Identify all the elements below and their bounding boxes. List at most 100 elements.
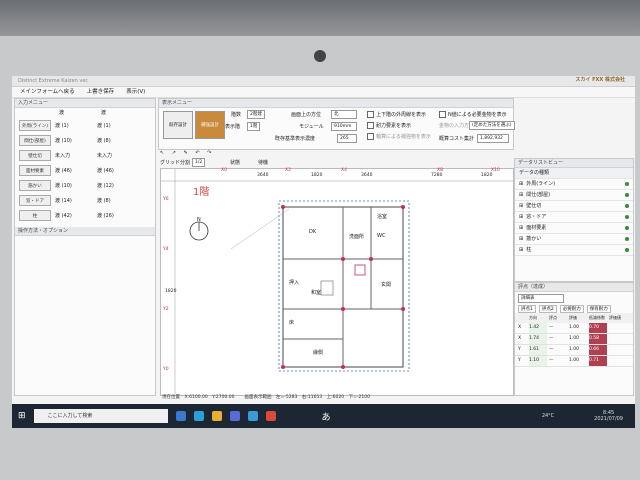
data-list-item[interactable]: ⊞ 面材要素 — [515, 223, 633, 234]
display-floor-select[interactable]: 1階 — [247, 122, 261, 131]
expand-icon[interactable]: ⊞ — [519, 201, 523, 211]
app-icon[interactable] — [265, 411, 276, 421]
eval-mid: — — [549, 336, 554, 341]
explorer-icon[interactable] — [211, 411, 222, 421]
input-status-a: 渡 (1) — [55, 123, 69, 129]
eval-score: 1.42 — [529, 323, 547, 333]
input-row: 面材要素 渡 (46) 渡 (46) — [15, 163, 155, 178]
expand-icon[interactable]: ⊞ — [519, 212, 523, 222]
room-bath: 浴室 — [377, 214, 388, 220]
eval-select[interactable]: 詳細表 — [518, 294, 564, 303]
expand-icon[interactable]: ⊞ — [519, 245, 523, 255]
room-washitsu: 和室 — [311, 290, 322, 296]
edge-icon[interactable] — [193, 411, 204, 421]
upper-floor-checkbox[interactable]: 上下階の外周線を表示 — [367, 111, 426, 118]
total-cost-value: 1,892,932 — [477, 134, 509, 143]
taskbar-search[interactable]: ここに入力して検索 — [33, 409, 168, 423]
grid-label-x8: X8 — [437, 168, 443, 173]
eval-col-header: 評価値 — [609, 315, 621, 320]
mail-icon[interactable] — [247, 411, 258, 421]
clock[interactable]: 8:45 2021/07/09 — [594, 410, 623, 422]
status-dot-icon — [625, 182, 629, 186]
input-button[interactable]: 窓・ドア — [19, 195, 51, 206]
input-status-b: 渡 (1) — [97, 123, 111, 129]
status-coords: 現在位置 X:6100.00 Y:2700.00 — [162, 395, 235, 400]
hidden-checkbox[interactable]: 軸算による補強物を表示 — [367, 133, 431, 140]
data-list-item[interactable]: ⊞ 柱 — [515, 245, 633, 256]
ime-indicator[interactable]: あ — [322, 410, 331, 423]
eval-mid: — — [549, 358, 554, 363]
grid-label-x2: X2 — [285, 168, 291, 173]
eval-mid: — — [549, 325, 554, 330]
cost-label: 既存基準表示濃度 — [275, 136, 316, 142]
input-row: 外周(ライン) 渡 (1) 渡 (1) — [15, 118, 155, 133]
cost-input[interactable]: 265 — [337, 134, 357, 143]
needed-checkbox[interactable]: N値による必要金物を表示 — [439, 111, 507, 118]
room-engawa: 縁側 — [313, 350, 324, 356]
reinforce-design-button[interactable]: 補強設計 — [195, 111, 225, 139]
dim-1: 3640 — [257, 173, 269, 178]
data-list-label: 外周(ライン) — [526, 181, 556, 187]
room-toko: 床 — [289, 320, 295, 326]
eval-coef: 1.00 — [569, 347, 580, 352]
eval-score: 1.61 — [529, 345, 547, 355]
state-label: 状態 — [230, 160, 241, 166]
expand-icon[interactable]: ⊞ — [519, 223, 523, 233]
menu-back[interactable]: メインフォームへ戻る — [20, 87, 75, 97]
input-button[interactable]: 柱 — [19, 210, 51, 221]
window-title: Distinct Extreme Kaizen ver. — [12, 76, 635, 87]
menu-view[interactable]: 表示(V) — [126, 87, 145, 97]
eval-result: 0.58 — [589, 334, 607, 344]
direction-select[interactable]: 北 — [331, 110, 357, 119]
data-list-item[interactable]: ⊞ 筋かい — [515, 234, 633, 245]
eval-dir: X — [518, 325, 522, 330]
data-list-item[interactable]: ⊞ 間仕(部屋) — [515, 190, 633, 201]
reason-select[interactable]: (定めた方法を選ぶ) — [469, 121, 515, 130]
status-dot-icon — [625, 215, 629, 219]
floor-select[interactable]: 2階建 — [247, 110, 265, 119]
data-list-label: 筋かい — [526, 236, 542, 242]
data-list-item[interactable]: ⊞ 壁仕切 — [515, 201, 633, 212]
existing-design-button[interactable]: 既存設計 — [163, 111, 193, 139]
data-list-item[interactable]: ⊞ 外周(ライン) — [515, 179, 633, 190]
input-status-a: 未入力 — [55, 153, 71, 159]
data-list-panel: データリストビュー データの種類 ⊞ 外周(ライン) ⊞ 間仕(部屋) ⊞ 壁仕切 ⊞ 窓・ド… — [514, 158, 634, 282]
tool-icons[interactable]: ↖ ↗ ✎ ↶ ↷ — [160, 150, 214, 156]
eval-dir: Y — [518, 347, 521, 352]
task-view-icon[interactable] — [175, 411, 186, 421]
input-button[interactable]: 外周(ライン) — [19, 120, 51, 131]
input-button[interactable]: 間仕(部屋) — [19, 135, 51, 146]
eval-tab[interactable]: 保有耐力 — [586, 305, 611, 313]
data-list-header: データリストビュー — [515, 159, 633, 168]
eval-tab[interactable]: 必要耐力 — [559, 305, 584, 313]
north-label: N — [197, 217, 201, 223]
brand-logo: スカイ FXX 株式会社 — [575, 77, 625, 83]
col-b: 渡 — [101, 110, 107, 116]
input-status-b: 渡 (8) — [97, 198, 111, 204]
input-button[interactable]: 面材要素 — [19, 165, 51, 176]
floor-plan-svg — [161, 169, 513, 395]
eval-tab[interactable]: 評点1 — [518, 305, 536, 313]
expand-icon[interactable]: ⊞ — [519, 234, 523, 244]
module-select[interactable]: 910mm — [331, 122, 357, 131]
menu-save[interactable]: 上書き保存 — [87, 87, 115, 97]
eval-col-header: 評価 — [569, 315, 577, 320]
expand-icon[interactable]: ⊞ — [519, 179, 523, 189]
expand-icon[interactable]: ⊞ — [519, 190, 523, 200]
eval-dir: Y — [518, 358, 521, 363]
input-button[interactable]: 筋かい — [19, 180, 51, 191]
axial-checkbox[interactable]: 耐力要素を表示 — [367, 122, 411, 129]
plan-canvas[interactable]: 1階 N 3640 1820 3640 7280 1820 1820 DK 和室… — [160, 168, 514, 396]
eval-header: 評点（達成） — [515, 283, 633, 292]
eval-mid: — — [549, 347, 554, 352]
eval-tab[interactable]: 評点2 — [538, 305, 557, 313]
grid-label-y4: Y4 — [163, 247, 169, 252]
menu-bar: メインフォームへ戻る 上書き保存 表示(V) — [12, 87, 635, 98]
store-icon[interactable] — [229, 411, 240, 421]
input-status-b: 渡 (46) — [97, 168, 114, 174]
input-button[interactable]: 壁仕切 — [19, 150, 51, 161]
data-list-item[interactable]: ⊞ 窓・ドア — [515, 212, 633, 223]
windows-start-icon[interactable]: ⊞ — [18, 411, 26, 421]
grid-select[interactable]: 1/2 — [192, 158, 206, 167]
data-list-label: 柱 — [526, 247, 532, 253]
